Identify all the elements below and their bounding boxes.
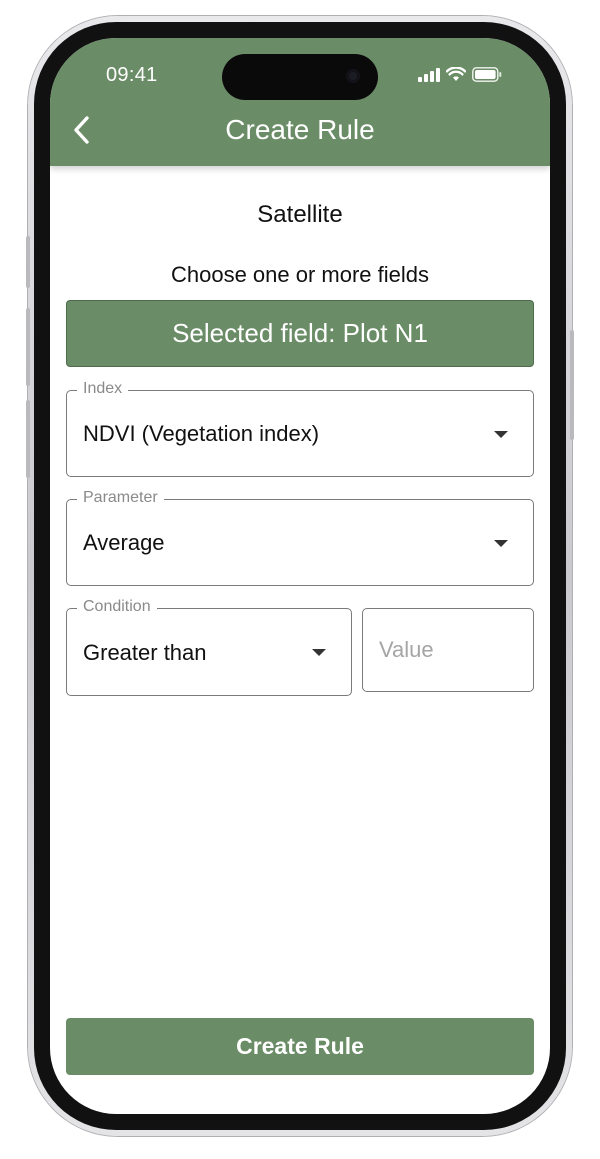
side-button-left (26, 236, 30, 288)
condition-select[interactable]: Condition Greater than (66, 598, 352, 696)
value-placeholder: Value (379, 637, 434, 662)
value-input[interactable]: Value (362, 608, 534, 692)
status-icons (418, 67, 502, 82)
condition-legend: Condition (77, 598, 157, 616)
side-button-left (26, 400, 30, 478)
camera-icon (346, 69, 360, 83)
create-rule-button[interactable]: Create Rule (66, 1018, 534, 1075)
index-legend: Index (77, 380, 129, 398)
index-value: NDVI (Vegetation index) (83, 421, 320, 446)
parameter-select[interactable]: Parameter Average (66, 489, 534, 586)
wifi-icon (446, 67, 466, 81)
battery-icon (472, 67, 502, 82)
condition-value: Greater than (83, 640, 207, 665)
parameter-legend: Parameter (77, 489, 164, 507)
caret-down-icon (312, 649, 326, 656)
selected-field-button[interactable]: Selected field: Plot N1 (66, 300, 534, 367)
selected-field-label: Selected field: Plot N1 (172, 318, 428, 348)
fields-prompt: Choose one or more fields (170, 262, 430, 287)
caret-down-icon (494, 540, 508, 547)
screen: 09:41 Create Rule Satellite Choose one o… (50, 38, 550, 1114)
dynamic-island (222, 54, 378, 100)
index-select[interactable]: Index NDVI (Vegetation index) (66, 380, 534, 477)
status-time: 09:41 (106, 64, 158, 86)
create-rule-label: Create Rule (236, 1033, 364, 1059)
caret-down-icon (494, 431, 508, 438)
app-header: 09:41 Create Rule (50, 38, 550, 166)
parameter-value: Average (83, 530, 165, 555)
side-button-left (26, 308, 30, 386)
page-title: Create Rule (225, 114, 375, 145)
signal-icon (418, 67, 440, 82)
side-button-right (570, 330, 574, 440)
section-title: Satellite (257, 201, 343, 228)
